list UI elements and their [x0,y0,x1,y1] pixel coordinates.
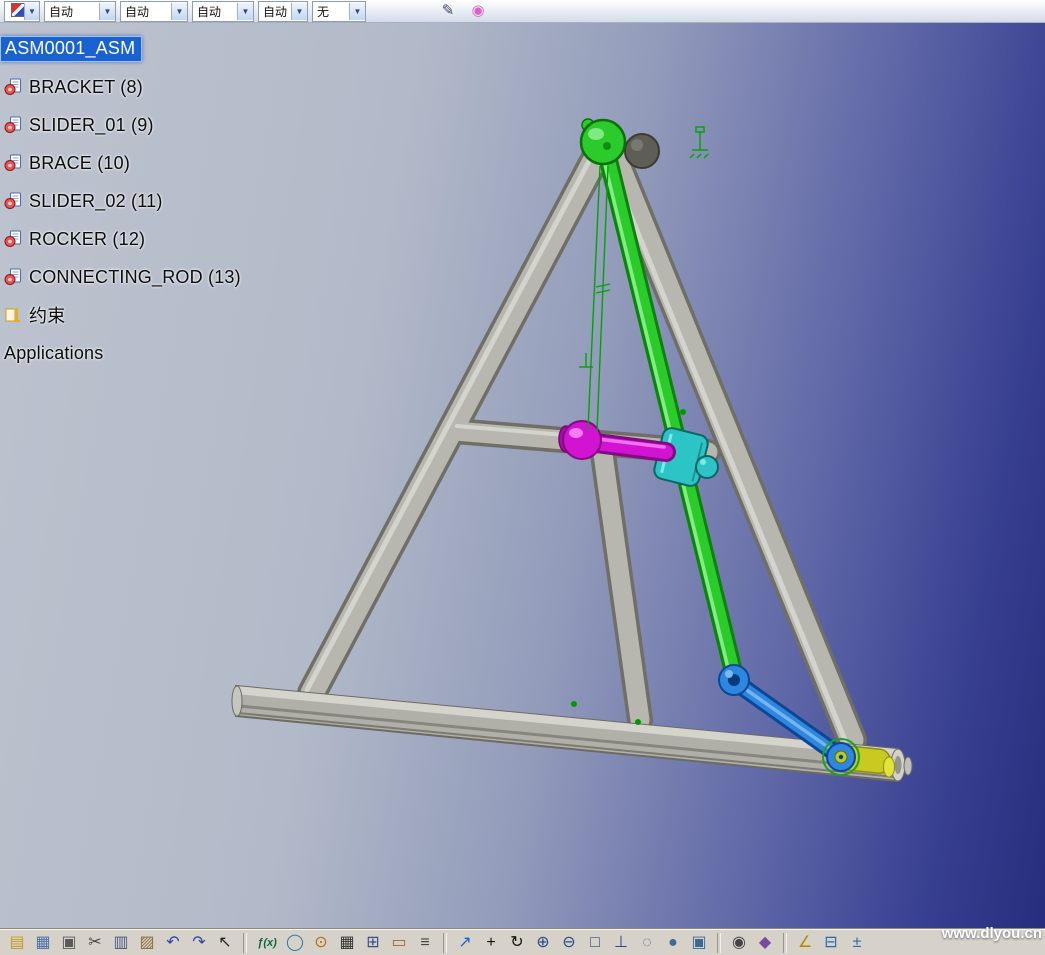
redo-icon[interactable]: ↷ [186,930,212,955]
rotate-icon[interactable]: ↻ [504,930,530,955]
paste-icon[interactable]: ▨ [134,930,160,955]
help-cursor-icon[interactable]: ↖ [212,930,238,955]
tree-item-label: SLIDER_02 (11) [29,191,163,212]
checklist-icon[interactable]: ≡ [412,930,438,955]
part-icon [4,78,22,96]
tree-item-label: ASM0001_ASM [0,36,142,62]
tree-item-bracket-8[interactable]: BRACKET (8) [0,68,241,106]
wireframe-icon[interactable]: ◌ [634,930,660,955]
auto-combo-3[interactable]: 自动 ▼ [192,1,254,22]
tree-item-label: BRACKET (8) [29,77,143,98]
graphic-properties-toolbar: ▼自动▼自动▼自动▼自动▼无▼ ✎◉ [0,0,1045,23]
tree-item-label: Applications [4,343,103,364]
part-icon [4,268,22,286]
pan-icon[interactable]: + [478,930,504,955]
open-folder-icon[interactable]: ▤ [4,930,30,955]
tree-item-applications[interactable]: Applications [0,334,241,372]
undo-icon[interactable]: ↶ [160,930,186,955]
package-icon[interactable]: ▭ [386,930,412,955]
part-icon [4,154,22,172]
graphic-color-combo-value [5,3,24,20]
tree-item-connecting-rod-13[interactable]: CONNECTING_ROD (13) [0,258,241,296]
save-icon[interactable]: ▦ [30,930,56,955]
measure-icon[interactable]: ∠ [792,930,818,955]
fit-all-icon[interactable]: □ [582,930,608,955]
part-icon [4,192,22,210]
anchor-symbol [690,127,708,158]
toolbar-separator [717,933,721,953]
part-icon [4,230,22,248]
auto-combo-1-value: 自动 [45,3,73,20]
print-icon[interactable]: ▣ [56,930,82,955]
tree-item-rocker-12[interactable]: ROCKER (12) [0,220,241,258]
tree-item-label: 约束 [29,302,65,328]
none-combo-value: 无 [313,3,329,20]
views-icon[interactable]: ▣ [686,930,712,955]
watermark: www.dlyou.cn [942,925,1042,942]
scale-icon[interactable]: ⊟ [818,930,844,955]
tree-item-label: SLIDER_01 (9) [29,115,154,136]
toolbar-separator [443,933,447,953]
shaded-icon[interactable]: ● [660,930,686,955]
dropdown-arrow-icon[interactable]: ▼ [237,3,253,20]
toolbar-separator [243,933,247,953]
tree-item-asm0001-asm[interactable]: ASM0001_ASM [0,30,241,68]
auto-combo-4-value: 自动 [259,3,287,20]
auto-combo-1[interactable]: 自动 ▼ [44,1,116,22]
dropdown-arrow-icon[interactable]: ▼ [99,3,115,20]
toolbar-separator [783,933,787,953]
dropdown-arrow-icon[interactable]: ▼ [291,3,307,20]
tree-item-slider-01-9[interactable]: SLIDER_01 (9) [0,106,241,144]
dropdown-arrow-icon[interactable]: ▼ [349,3,365,20]
color-swatch [11,3,24,17]
cyan-knob-highlight [700,459,706,465]
copy-icon[interactable]: ▥ [108,930,134,955]
fx-icon[interactable]: ƒ(x) [252,930,282,955]
magenta-slider[interactable] [559,421,666,459]
zoom-in-icon[interactable]: ⊕ [530,930,556,955]
auto-combo-4[interactable]: 自动▼ [258,1,308,22]
pen-icon[interactable]: ✎ [436,1,460,21]
standard-toolbar: ▤▦▣✂▥▨↶↷↖ƒ(x)◯⊙▦⊞▭≡↗+↻⊕⊖□⊥◌●▣◉◆∠⊟± [0,929,1045,955]
camera-icon[interactable]: ◉ [726,930,752,955]
tree-item-label: BRACE (10) [29,153,130,174]
knowledge-icon[interactable]: ⊙ [308,930,334,955]
dropdown-arrow-icon[interactable]: ▼ [171,3,187,20]
cyan-knob[interactable] [696,456,718,478]
specification-tree: ASM0001_ASM BRACKET (8) SLIDER_01 (9) BRACE… [0,30,241,372]
render-icon[interactable]: ◆ [752,930,778,955]
auto-combo-3-value: 自动 [193,3,221,20]
chart-icon[interactable]: ⊞ [360,930,386,955]
tree-item-slider-02-11[interactable]: SLIDER_02 (11) [0,182,241,220]
constraints-icon [4,306,22,324]
part-icon [4,116,22,134]
auto-combo-2-value: 自动 [121,3,149,20]
compass-icon[interactable]: ↗ [452,930,478,955]
none-combo[interactable]: 无▼ [312,1,366,22]
zoom-out-icon[interactable]: ⊖ [556,930,582,955]
tree-item-约束[interactable]: 约束 [0,296,241,334]
units-icon[interactable]: ± [844,930,870,955]
grid-icon[interactable]: ▦ [334,930,360,955]
dropdown-arrow-icon[interactable]: ▼ [24,3,39,20]
tree-item-label: ROCKER (12) [29,229,145,250]
graphic-color-combo[interactable]: ▼ [4,1,40,22]
tree-item-label: CONNECTING_ROD (13) [29,267,241,288]
web-icon[interactable]: ◯ [282,930,308,955]
cut-icon[interactable]: ✂ [82,930,108,955]
normal-view-icon[interactable]: ⊥ [608,930,634,955]
tree-item-brace-10[interactable]: BRACE (10) [0,144,241,182]
auto-combo-2[interactable]: 自动 ▼ [120,1,188,22]
material-icon[interactable]: ◉ [466,1,490,21]
